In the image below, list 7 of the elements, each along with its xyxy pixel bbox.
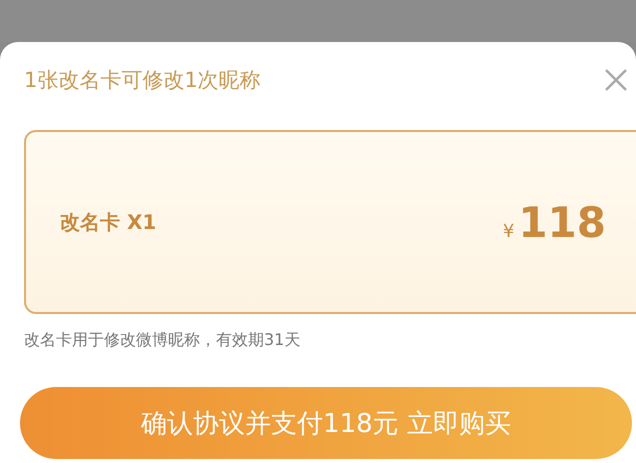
card-name: 改名卡 X1 bbox=[60, 208, 156, 236]
sheet-title: 1张改名卡可修改1次昵称 bbox=[24, 67, 261, 94]
pay-button[interactable]: 确认协议并支付118元 立即购买 bbox=[20, 387, 632, 459]
card-description: 改名卡用于修改微博昵称，有效期31天 bbox=[24, 330, 302, 351]
close-icon[interactable] bbox=[604, 68, 628, 92]
price: 118 bbox=[518, 198, 606, 246]
currency-symbol: ¥ bbox=[502, 220, 514, 242]
